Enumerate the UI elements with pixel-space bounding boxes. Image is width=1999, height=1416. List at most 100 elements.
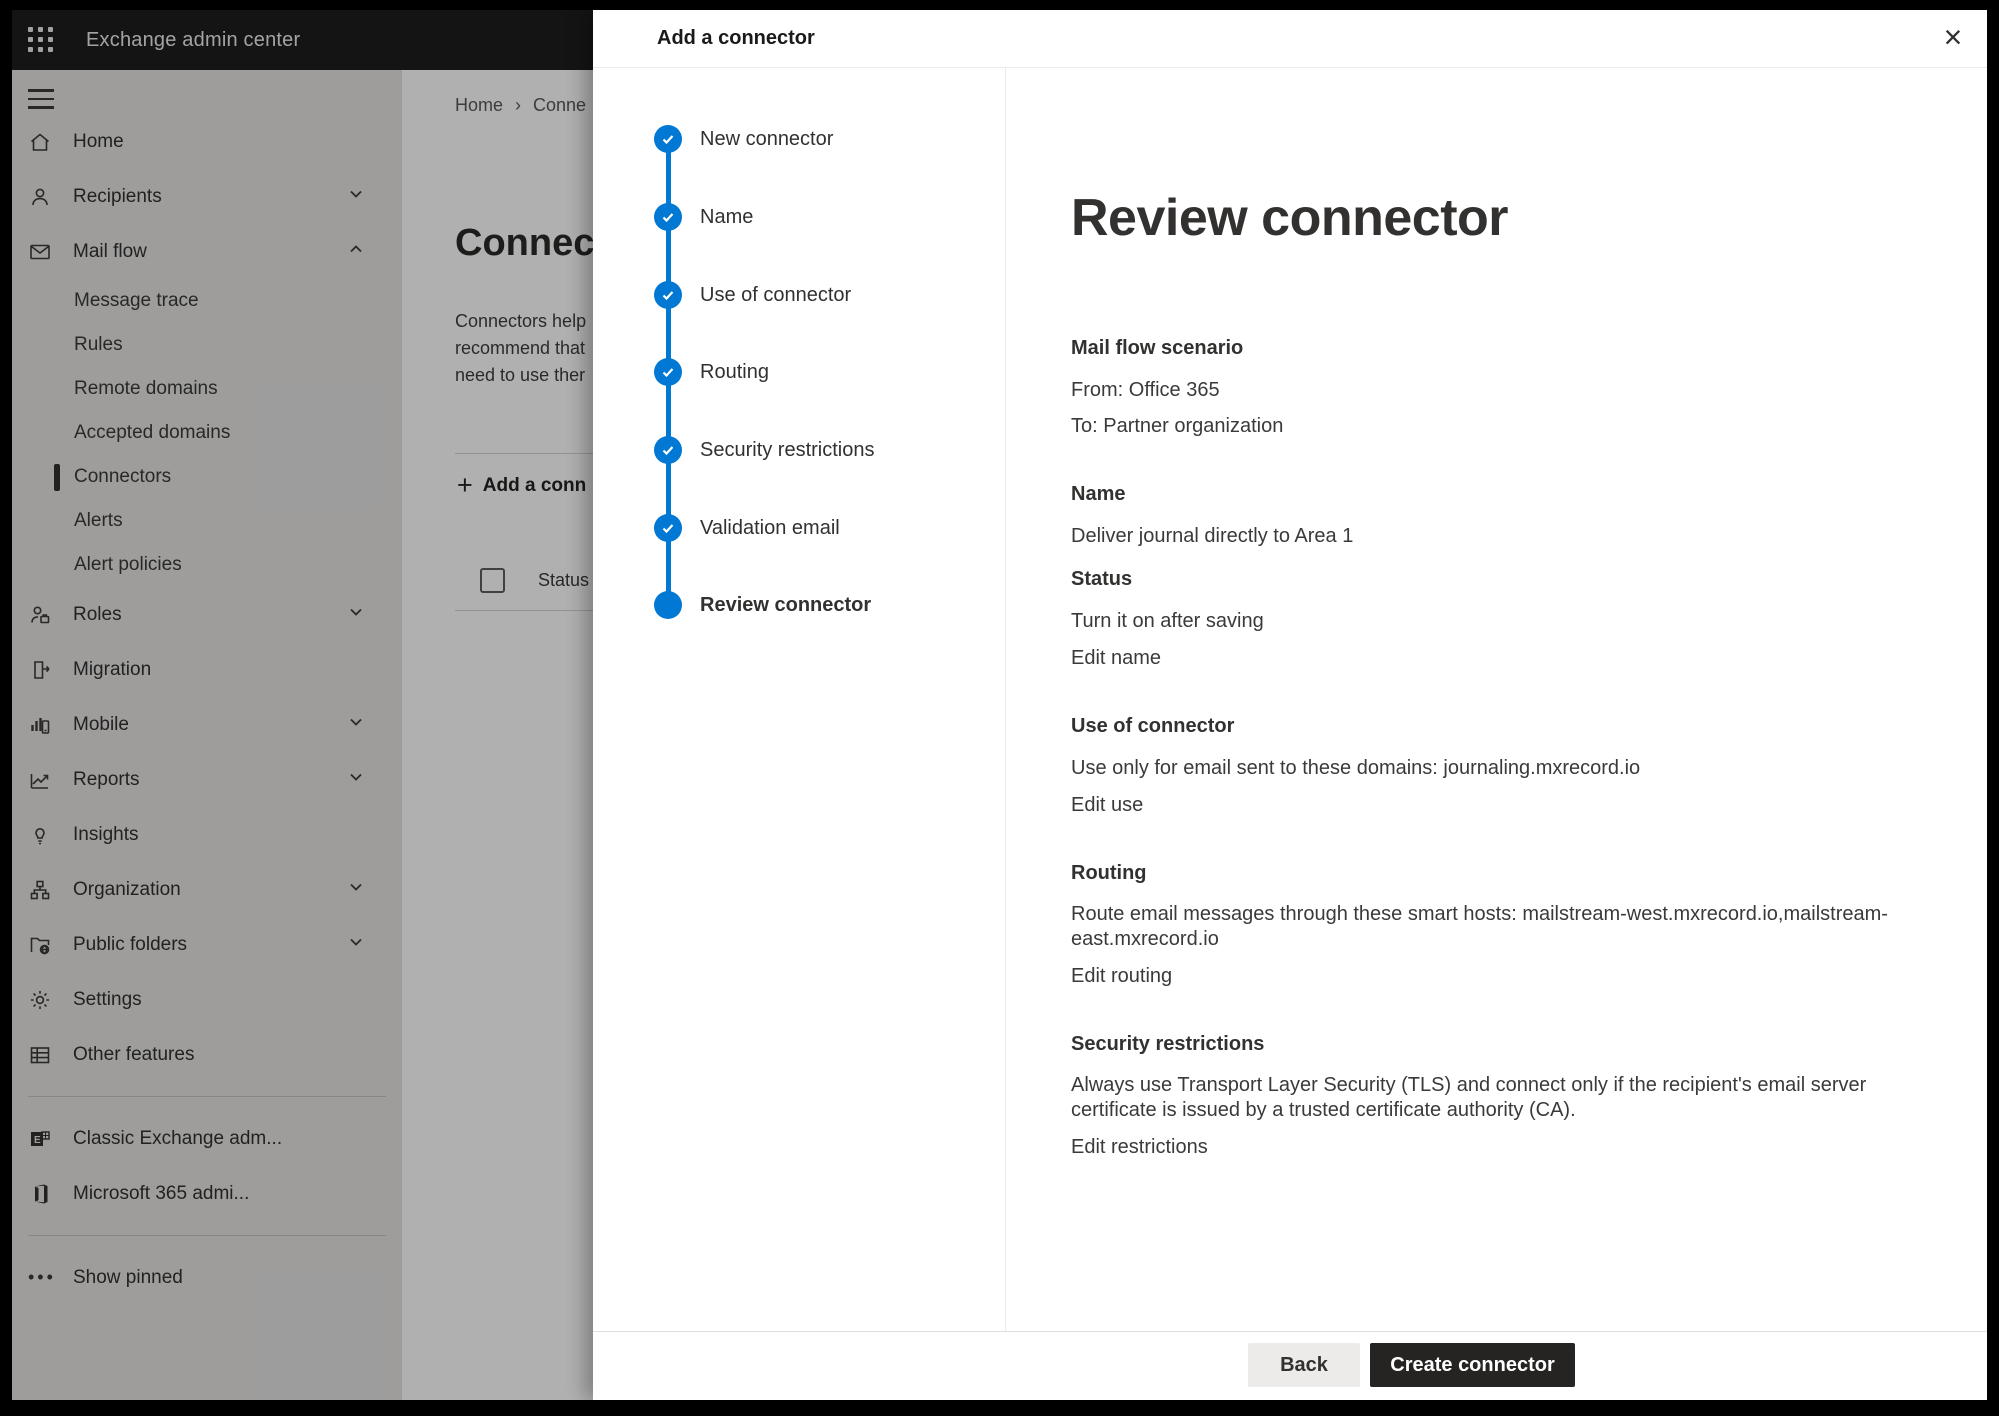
app-title: Exchange admin center: [86, 29, 300, 52]
step-routing[interactable]: Routing: [593, 358, 1005, 386]
edit-use-link[interactable]: Edit use: [1071, 792, 1143, 818]
sidebar-divider: [28, 1096, 386, 1097]
person-icon: [28, 185, 52, 209]
sidebar-item-alert-policies[interactable]: Alert policies: [12, 543, 402, 587]
routing-value: Route email messages through these smart…: [1071, 902, 1987, 952]
back-button[interactable]: Back: [1248, 1343, 1360, 1387]
step-completed-icon: [654, 281, 682, 309]
sidebar-item-label: Roles: [73, 604, 122, 626]
grid-table-icon: [28, 1043, 52, 1067]
sidebar-item-microsoft-365-admin[interactable]: Microsoft 365 admi...: [12, 1166, 402, 1221]
breadcrumb-home-link[interactable]: Home: [455, 95, 503, 116]
section-heading-routing: Routing: [1071, 860, 1987, 886]
app-window: Exchange admin center Home Recipients Ma…: [12, 10, 1987, 1400]
sidebar-item-label: Alerts: [74, 510, 123, 532]
breadcrumb-current: Conne: [533, 95, 586, 116]
sidebar-item-show-pinned[interactable]: ••• Show pinned: [12, 1250, 402, 1305]
review-connector-content: Review connector Mail flow scenario From…: [1006, 68, 1987, 1332]
left-nav-sidebar: Home Recipients Mail flow Message trace …: [12, 70, 402, 1400]
sidebar-item-settings[interactable]: Settings: [12, 972, 402, 1027]
sidebar-item-label: Alert policies: [74, 554, 182, 576]
step-completed-icon: [654, 358, 682, 386]
sidebar-item-reports[interactable]: Reports: [12, 752, 402, 807]
plus-icon: +: [457, 470, 473, 501]
connector-name-value: Deliver journal directly to Area 1: [1071, 523, 1987, 549]
mail-flow-from-value: From: Office 365: [1071, 377, 1987, 403]
hamburger-menu-icon[interactable]: [28, 84, 58, 114]
step-security-restrictions[interactable]: Security restrictions: [593, 436, 1005, 464]
roles-icon: [28, 603, 52, 627]
sidebar-item-label: Mail flow: [73, 241, 147, 263]
create-connector-button[interactable]: Create connector: [1370, 1343, 1575, 1387]
sidebar-item-label: Settings: [73, 989, 142, 1011]
page-description: Connectors helprecommend thatneed to use…: [455, 308, 586, 389]
sidebar-item-label: Insights: [73, 824, 138, 846]
sidebar-item-roles[interactable]: Roles: [12, 587, 402, 642]
chevron-down-icon: [347, 713, 365, 736]
envelope-icon: [28, 240, 52, 264]
panel-header: Add a connector ×: [593, 10, 1987, 68]
sidebar-item-other-features[interactable]: Other features: [12, 1027, 402, 1082]
select-all-checkbox[interactable]: [480, 568, 505, 593]
sidebar-item-home[interactable]: Home: [12, 114, 402, 169]
sidebar-item-insights[interactable]: Insights: [12, 807, 402, 862]
sidebar-item-recipients[interactable]: Recipients: [12, 169, 402, 224]
add-connector-panel: Add a connector × New connector Name: [593, 10, 1987, 1400]
edit-restrictions-link[interactable]: Edit restrictions: [1071, 1134, 1208, 1160]
selected-indicator: [54, 464, 60, 491]
sidebar-item-migration[interactable]: Migration: [12, 642, 402, 697]
edit-routing-link[interactable]: Edit routing: [1071, 963, 1172, 989]
sidebar-item-label: Classic Exchange adm...: [73, 1128, 282, 1150]
home-icon: [28, 130, 52, 154]
sidebar-item-mail-flow[interactable]: Mail flow: [12, 224, 402, 279]
wizard-stepper: New connector Name Use of connector Rout…: [593, 68, 1006, 1400]
sidebar-item-label: Other features: [73, 1044, 194, 1066]
status-column-header: Status: [538, 570, 589, 591]
classic-exchange-icon: E: [28, 1127, 52, 1151]
sidebar-item-public-folders[interactable]: Public folders: [12, 917, 402, 972]
sidebar-item-label: Migration: [73, 659, 151, 681]
chevron-down-icon: [347, 185, 365, 208]
sidebar-item-remote-domains[interactable]: Remote domains: [12, 367, 402, 411]
step-current-icon: [654, 591, 682, 619]
edit-name-link[interactable]: Edit name: [1071, 645, 1161, 671]
sidebar-item-label: Mobile: [73, 714, 129, 736]
sidebar-item-organization[interactable]: Organization: [12, 862, 402, 917]
close-icon[interactable]: ×: [1931, 15, 1975, 59]
sidebar-item-rules[interactable]: Rules: [12, 323, 402, 367]
review-heading: Review connector: [1071, 188, 1987, 248]
sidebar-item-label: Home: [73, 131, 124, 153]
step-use-of-connector[interactable]: Use of connector: [593, 281, 1005, 309]
app-launcher-waffle-icon[interactable]: [28, 27, 54, 53]
section-heading-security-restrictions: Security restrictions: [1071, 1031, 1987, 1057]
ellipsis-icon: •••: [28, 1267, 52, 1288]
sidebar-item-mobile[interactable]: Mobile: [12, 697, 402, 752]
sidebar-item-connectors[interactable]: Connectors: [12, 455, 402, 499]
sidebar-item-accepted-domains[interactable]: Accepted domains: [12, 411, 402, 455]
sidebar-item-classic-exchange-admin[interactable]: E Classic Exchange adm...: [12, 1111, 402, 1166]
sidebar-item-message-trace[interactable]: Message trace: [12, 279, 402, 323]
sidebar-item-label: Remote domains: [74, 378, 218, 400]
status-value: Turn it on after saving: [1071, 608, 1987, 634]
security-restrictions-value: Always use Transport Layer Security (TLS…: [1071, 1073, 1987, 1123]
sidebar-item-label: Microsoft 365 admi...: [73, 1183, 249, 1205]
page-title: Connect: [455, 222, 607, 265]
step-validation-email[interactable]: Validation email: [593, 514, 1005, 542]
panel-title: Add a connector: [657, 27, 815, 50]
add-connector-button[interactable]: + Add a conn: [457, 470, 586, 501]
mobile-icon: [28, 713, 52, 737]
section-heading-status: Status: [1071, 566, 1987, 592]
chevron-up-icon: [347, 240, 365, 263]
sidebar-item-alerts[interactable]: Alerts: [12, 499, 402, 543]
step-new-connector[interactable]: New connector: [593, 125, 1005, 153]
use-of-connector-value: Use only for email sent to these domains…: [1071, 755, 1987, 781]
step-completed-icon: [654, 436, 682, 464]
step-completed-icon: [654, 514, 682, 542]
sidebar-divider: [28, 1235, 386, 1236]
step-review-connector[interactable]: Review connector: [593, 591, 1005, 619]
step-name[interactable]: Name: [593, 203, 1005, 231]
chevron-down-icon: [347, 768, 365, 791]
breadcrumb: Home › Conne: [455, 95, 586, 116]
org-tree-icon: [28, 878, 52, 902]
sidebar-item-label: Public folders: [73, 934, 187, 956]
